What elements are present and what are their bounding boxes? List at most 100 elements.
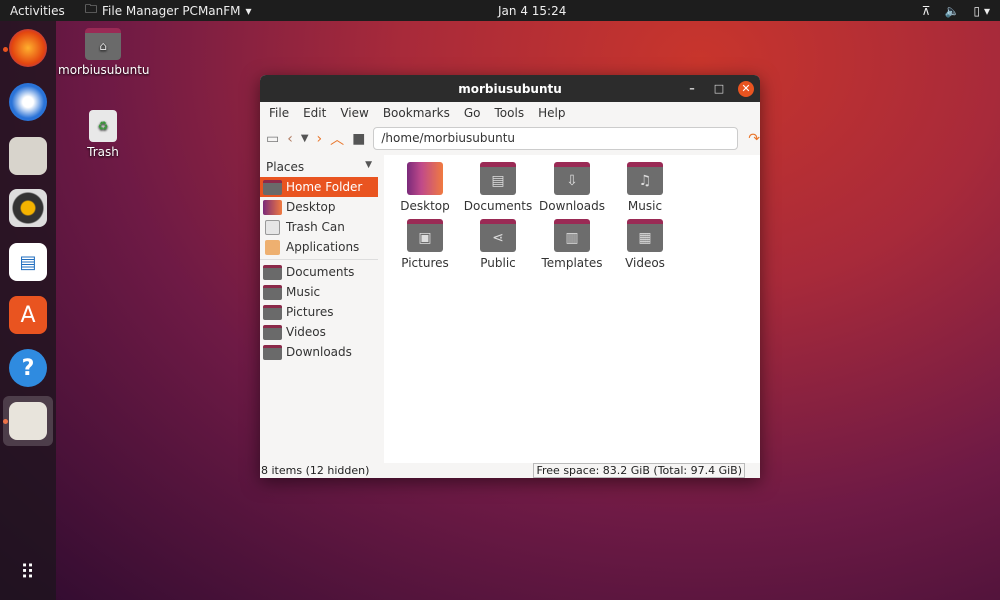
menu-help[interactable]: Help [531, 106, 572, 120]
sidebar-item-applications[interactable]: Applications [260, 237, 378, 257]
file-manager-window: morbiusubuntu – □ ✕ File Edit View Bookm… [260, 75, 760, 478]
back-icon[interactable]: ‹ [287, 131, 293, 147]
battery-icon: ▯ ▾ [973, 3, 990, 18]
file-item-music[interactable]: ♫ Music [608, 162, 682, 213]
menu-file[interactable]: File [262, 106, 296, 120]
folder-icon [263, 179, 282, 195]
desktop-icon-label: Trash [87, 145, 119, 159]
minimize-button[interactable]: – [684, 81, 700, 97]
file-label: Desktop [400, 199, 450, 213]
home-icon[interactable]: ■ [352, 131, 365, 147]
sidebar-item-label: Music [286, 285, 321, 299]
menu-tools[interactable]: Tools [488, 106, 532, 120]
applications-icon [265, 239, 280, 255]
folder-icon [263, 264, 282, 280]
location-input[interactable]: /home/morbiusubuntu [373, 127, 739, 150]
app-name: File Manager PCManFM [102, 3, 241, 18]
rhythmbox-icon[interactable] [9, 189, 47, 227]
new-tab-icon[interactable]: ▭ [266, 131, 279, 147]
file-label: Documents [463, 199, 533, 213]
file-item-public[interactable]: ⋖ Public [461, 219, 535, 270]
menu-go[interactable]: Go [457, 106, 488, 120]
menu-bookmarks[interactable]: Bookmarks [376, 106, 457, 120]
file-item-documents[interactable]: ▤ Documents [461, 162, 535, 213]
places-label: Places [266, 160, 305, 174]
file-item-downloads[interactable]: ⇩ Downloads [535, 162, 609, 213]
show-applications-icon[interactable]: ⠿ [9, 553, 47, 591]
places-header[interactable]: Places ▼ [260, 155, 378, 177]
firefox-icon[interactable] [9, 29, 47, 67]
sidebar-item-pictures[interactable]: Pictures [260, 302, 378, 322]
sidebar-item-label: Pictures [286, 305, 334, 319]
software-icon[interactable]: A [9, 296, 47, 334]
downloads-folder-icon: ⇩ [554, 162, 590, 195]
file-item-desktop[interactable]: Desktop [388, 162, 462, 213]
divider [260, 257, 378, 260]
documents-folder-icon: ▤ [480, 162, 516, 195]
writer-icon[interactable]: ▤ [9, 243, 47, 281]
trash-icon: ♻ [89, 110, 117, 142]
sidebar-item-label: Videos [286, 325, 326, 339]
close-button[interactable]: ✕ [738, 81, 754, 97]
folder-icon [263, 344, 282, 360]
sidebar-item-downloads[interactable]: Downloads [260, 342, 378, 362]
desktop-home-icon[interactable]: ⌂ morbiusubuntu [58, 28, 150, 77]
file-item-videos[interactable]: ▦ Videos [608, 219, 682, 270]
public-folder-icon: ⋖ [480, 219, 516, 252]
running-indicator [3, 47, 8, 52]
menu-bar: File Edit View Bookmarks Go Tools Help [260, 102, 760, 124]
thunderbird-icon[interactable] [9, 83, 47, 121]
maximize-button[interactable]: □ [711, 81, 727, 97]
file-item-templates[interactable]: ▥ Templates [535, 219, 609, 270]
sidebar: Places ▼ Home Folder Desktop Trash Can Ap… [260, 155, 378, 463]
sidebar-item-home[interactable]: Home Folder [260, 177, 378, 197]
file-label: Templates [541, 256, 603, 270]
history-dropdown-icon[interactable]: ▼ [301, 133, 309, 144]
sidebar-item-music[interactable]: Music [260, 282, 378, 302]
dock: ▤ A ? ⠿ [0, 21, 56, 600]
activities-button[interactable]: Activities [10, 4, 65, 18]
top-bar: Activities 🗀 File Manager PCManFM ▾ Jan 4 … [0, 0, 1000, 21]
sidebar-item-videos[interactable]: Videos [260, 322, 378, 342]
file-view: Desktop ▤ Documents ⇩ Downloads ♫ Music ▣ Pi… [384, 155, 760, 463]
file-label: Videos [625, 256, 665, 270]
clock[interactable]: Jan 4 15:24 [498, 4, 566, 18]
chevron-down-icon: ▼ [365, 160, 372, 170]
pictures-folder-icon: ▣ [407, 219, 443, 252]
file-label: Public [480, 256, 516, 270]
menu-view[interactable]: View [333, 106, 375, 120]
status-bar: 8 items (12 hidden) Free space: 83.2 GiB… [260, 463, 760, 478]
up-icon[interactable]: ︿ [330, 129, 344, 149]
forward-icon[interactable]: › [317, 131, 323, 147]
volume-icon: 🔈 [944, 3, 960, 18]
sidebar-item-label: Documents [286, 265, 355, 279]
app-menu[interactable]: 🗀 File Manager PCManFM ▾ [85, 0, 252, 21]
file-label: Downloads [539, 199, 605, 213]
home-folder-icon: ⌂ [85, 28, 121, 60]
sidebar-item-trash[interactable]: Trash Can [260, 217, 378, 237]
title-bar[interactable]: morbiusubuntu – □ ✕ [260, 75, 760, 102]
system-tray[interactable]: ⊼ 🔈 ▯ ▾ [922, 4, 990, 18]
chevron-down-icon: ▾ [245, 3, 252, 18]
file-label: Pictures [401, 256, 449, 270]
sidebar-item-label: Desktop [286, 200, 336, 214]
help-icon[interactable]: ? [9, 349, 47, 387]
file-item-pictures[interactable]: ▣ Pictures [388, 219, 462, 270]
music-folder-icon: ♫ [627, 162, 663, 195]
folder-icon: 🗀 [85, 2, 98, 16]
item-count: 8 items (12 hidden) [261, 464, 370, 477]
go-icon[interactable]: ↷ [748, 131, 760, 147]
desktop-icon [263, 199, 282, 215]
files-icon[interactable] [9, 137, 47, 175]
sidebar-item-desktop[interactable]: Desktop [260, 197, 378, 217]
menu-edit[interactable]: Edit [296, 106, 333, 120]
desktop-icon-label: morbiusubuntu [58, 63, 150, 77]
folder-icon [263, 324, 282, 340]
sidebar-item-label: Trash Can [286, 220, 345, 234]
pcmanfm-icon[interactable] [9, 402, 47, 440]
sidebar-item-label: Downloads [286, 345, 352, 359]
free-space: Free space: 83.2 GiB (Total: 97.4 GiB) [533, 463, 745, 478]
desktop-trash-icon[interactable]: ♻ Trash [58, 110, 148, 159]
sidebar-item-documents[interactable]: Documents [260, 262, 378, 282]
window-title: morbiusubuntu [458, 81, 562, 96]
